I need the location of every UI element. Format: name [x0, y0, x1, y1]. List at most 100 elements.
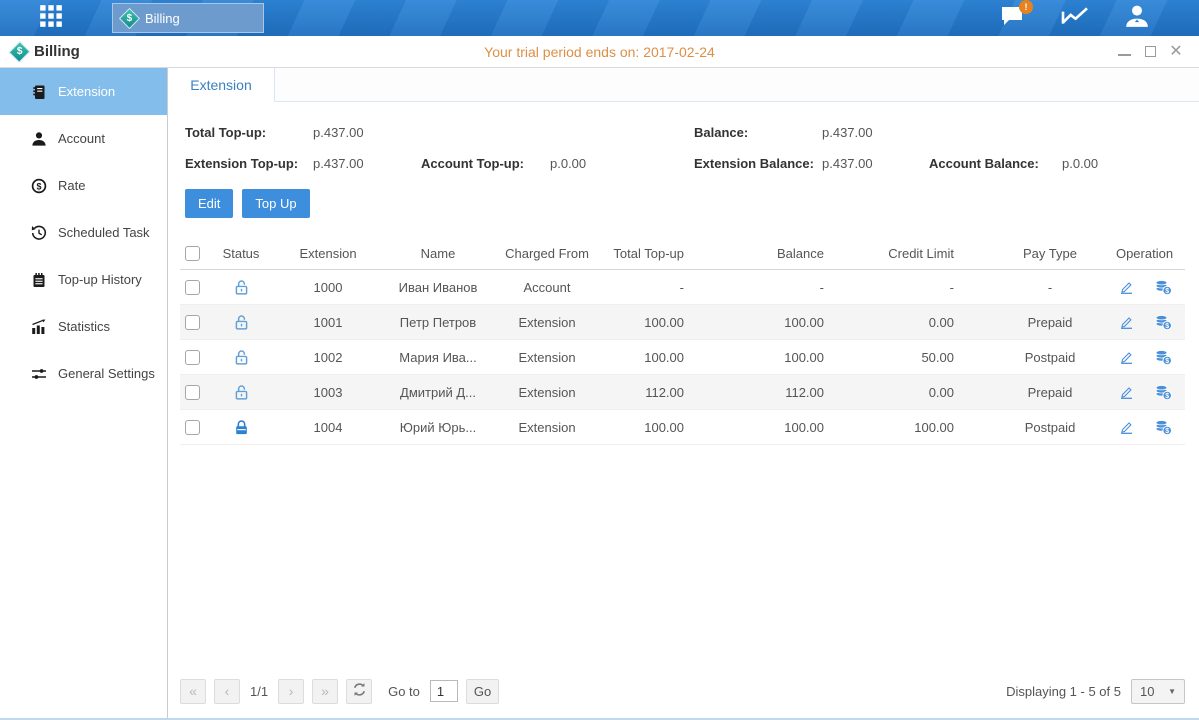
account-balance-label: Account Balance:	[929, 156, 1062, 171]
balance-label: Balance:	[694, 125, 822, 140]
sidebar-item-label: Scheduled Task	[58, 225, 150, 240]
bar-chart-icon	[30, 318, 47, 335]
tab-extension-label: Extension	[190, 77, 251, 93]
next-page-button[interactable]: ›	[278, 679, 304, 704]
total-topup-cell: 100.00	[602, 315, 734, 330]
column-header-name: Name	[384, 246, 492, 261]
row-checkbox[interactable]	[185, 280, 200, 295]
column-header-charged-from: Charged From	[492, 246, 602, 261]
row-checkbox[interactable]	[185, 385, 200, 400]
sidebar-item-general-settings[interactable]: General Settings	[0, 350, 167, 397]
sidebar-item-statistics[interactable]: Statistics	[0, 303, 167, 350]
credit-limit-cell: 0.00	[874, 385, 996, 400]
table-row: 1000 Иван Иванов Account - - - - $	[180, 270, 1185, 305]
name-cell: Юрий Юрь...	[384, 420, 492, 435]
row-checkbox[interactable]	[185, 350, 200, 365]
sliders-icon	[30, 365, 47, 382]
tab-extension[interactable]: Extension	[168, 68, 275, 102]
sidebar-item-label: Statistics	[58, 319, 110, 334]
top-up-row-icon[interactable]: $	[1154, 314, 1172, 331]
messages-button[interactable]: !	[997, 5, 1029, 31]
balance-cell: -	[734, 280, 874, 295]
svg-text:$: $	[1165, 428, 1169, 435]
credit-limit-cell: 50.00	[874, 350, 996, 365]
top-up-row-icon[interactable]: $	[1154, 279, 1172, 296]
edit-button[interactable]: Edit	[185, 189, 233, 218]
lock-open-icon	[233, 384, 250, 401]
total-topup-label: Total Top-up:	[185, 125, 313, 140]
notepad-icon	[30, 271, 47, 288]
extension-cell: 1001	[272, 315, 384, 330]
billing-app-window: $ Billing !	[0, 0, 1199, 720]
dollar-circle-icon: $	[30, 177, 47, 194]
row-checkbox[interactable]	[185, 420, 200, 435]
sidebar-item-account[interactable]: Account	[0, 115, 167, 162]
sidebar-item-label: Extension	[58, 84, 115, 99]
trial-notice: Your trial period ends on: 2017-02-24	[0, 44, 1199, 60]
top-up-row-icon[interactable]: $	[1154, 384, 1172, 401]
maximize-icon[interactable]	[1145, 46, 1156, 57]
notification-badge: !	[1019, 0, 1033, 14]
tab-strip: Extension	[168, 68, 1199, 102]
row-checkbox[interactable]	[185, 315, 200, 330]
main-content: Extension Total Top-up: p.437.00 Balance…	[168, 68, 1199, 718]
total-topup-cell: 100.00	[602, 350, 734, 365]
go-button[interactable]: Go	[466, 679, 499, 704]
reports-button[interactable]	[1059, 5, 1091, 31]
page-size-value: 10	[1140, 684, 1154, 699]
top-up-button[interactable]: Top Up	[242, 189, 309, 218]
balance-value: p.437.00	[822, 125, 873, 140]
page-size-select[interactable]: 10 ▼	[1131, 679, 1185, 704]
prev-page-button[interactable]: ‹	[214, 679, 240, 704]
extension-cell: 1003	[272, 385, 384, 400]
total-topup-cell: 112.00	[602, 385, 734, 400]
edit-row-icon[interactable]	[1118, 384, 1136, 401]
sidebar-item-top-up-history[interactable]: Top-up History	[0, 256, 167, 303]
column-header-balance: Balance	[734, 246, 874, 261]
top-up-row-icon[interactable]: $	[1154, 349, 1172, 366]
svg-text:$: $	[1165, 393, 1169, 400]
minimize-icon[interactable]	[1118, 48, 1131, 56]
lock-open-icon	[233, 314, 250, 331]
close-icon[interactable]: ✕	[1169, 45, 1183, 59]
sidebar-item-scheduled-task[interactable]: Scheduled Task	[0, 209, 167, 256]
refresh-button[interactable]	[346, 679, 372, 704]
table-row: 1003 Дмитрий Д... Extension 112.00 112.0…	[180, 375, 1185, 410]
app-grid-button[interactable]	[32, 3, 70, 33]
svg-text:$: $	[1165, 323, 1169, 330]
account-topup-label: Account Top-up:	[421, 156, 550, 171]
ledger-icon	[30, 83, 47, 100]
edit-row-icon[interactable]	[1118, 349, 1136, 366]
charged-from-cell: Extension	[492, 420, 602, 435]
topbar-tab-billing[interactable]: $ Billing	[112, 3, 264, 33]
extension-cell: 1000	[272, 280, 384, 295]
account-menu-button[interactable]	[1121, 5, 1153, 31]
edit-row-icon[interactable]	[1118, 419, 1136, 436]
sidebar-item-label: Rate	[58, 178, 85, 193]
lock-open-icon	[233, 279, 250, 296]
pay-type-cell: Prepaid	[996, 385, 1104, 400]
extension-topup-label: Extension Top-up:	[185, 156, 313, 171]
balance-cell: 112.00	[734, 385, 874, 400]
balance-summary: Total Top-up: p.437.00 Balance: p.437.00…	[168, 102, 1199, 179]
select-all-checkbox[interactable]	[185, 246, 200, 261]
edit-row-icon[interactable]	[1118, 279, 1136, 296]
balance-cell: 100.00	[734, 420, 874, 435]
billing-diamond-icon: $	[119, 7, 140, 28]
first-page-button[interactable]: «	[180, 679, 206, 704]
goto-label: Go to	[388, 684, 420, 699]
sidebar-item-extension[interactable]: Extension	[0, 68, 167, 115]
app-grid-icon	[38, 3, 64, 34]
top-up-row-icon[interactable]: $	[1154, 419, 1172, 436]
account-balance-value: p.0.00	[1062, 156, 1098, 171]
edit-row-icon[interactable]	[1118, 314, 1136, 331]
column-header-extension: Extension	[272, 246, 384, 261]
table-header-row: StatusExtensionNameCharged FromTotal Top…	[180, 238, 1185, 270]
table-body: 1000 Иван Иванов Account - - - - $ 1001 …	[180, 270, 1185, 445]
line-chart-icon	[1060, 4, 1090, 33]
action-buttons: Edit Top Up	[185, 189, 1199, 218]
last-page-button[interactable]: »	[312, 679, 338, 704]
sidebar-item-rate[interactable]: $ Rate	[0, 162, 167, 209]
name-cell: Дмитрий Д...	[384, 385, 492, 400]
goto-page-input[interactable]	[430, 680, 458, 702]
